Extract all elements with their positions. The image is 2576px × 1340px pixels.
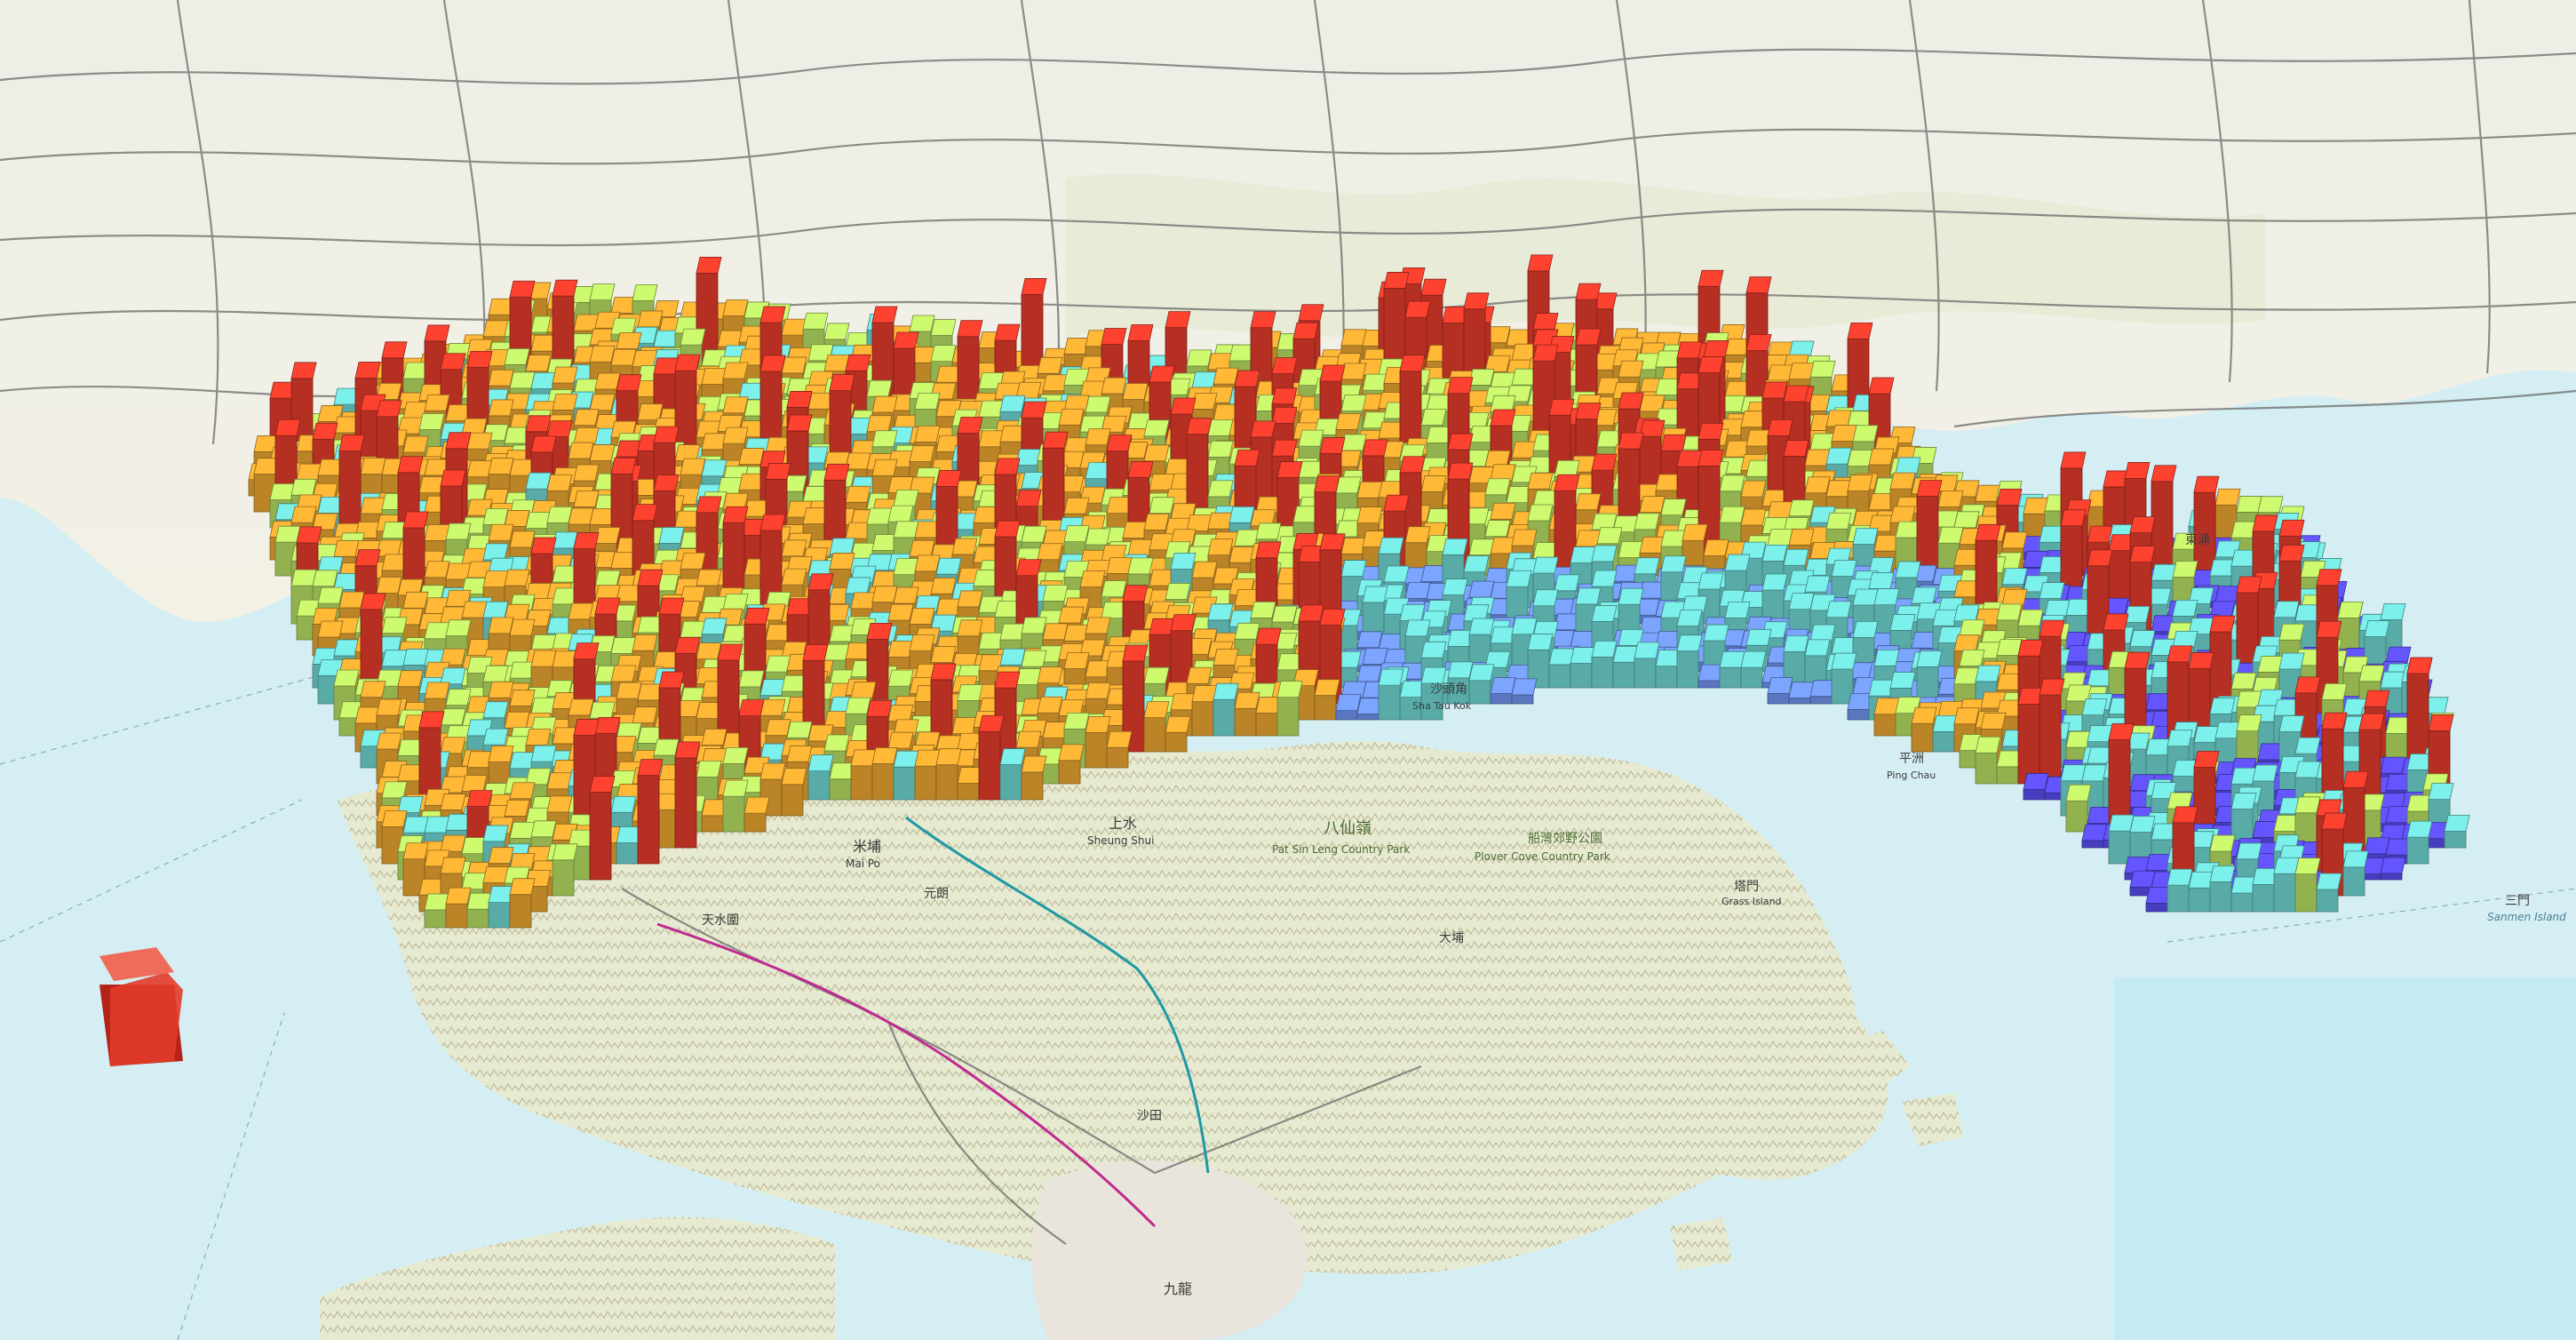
extruded-column[interactable] [2342,850,2369,897]
extruded-column[interactable] [743,796,770,833]
label-sha-tin: 沙田 [1137,1109,1162,1123]
label-dongchong: 東涌 [2185,533,2210,547]
extruded-column[interactable] [2039,678,2065,785]
label-mai-po: 米埔 [853,838,881,855]
extruded-column[interactable] [1511,678,1538,705]
extruded-column[interactable] [2406,820,2433,865]
map-view[interactable]: 米埔 Mai Po 上水 Sheung Shui 八仙嶺 Pat Sin Len… [0,0,2576,1340]
extruded-column[interactable] [2444,815,2470,849]
extruded-column[interactable] [674,741,701,849]
label-ping-chau: 平洲 [1899,752,1924,766]
label-grass-island: 塔門 [1734,880,1759,894]
label-sha-tau-kok-en: Sha Tau Kok [1412,700,1472,712]
extruded-column[interactable] [552,843,578,897]
deep-water-left [2114,977,2576,1340]
label-pat-sin-leng-en: Pat Sin Leng Country Park [1272,843,1410,856]
label-sheung-shui: 上水 [1109,815,1137,832]
basemap-3d-view[interactable]: 米埔 Mai Po 上水 Sheung Shui 八仙嶺 Pat Sin Len… [0,0,2576,1340]
extruded-column[interactable] [589,776,616,881]
extruded-column[interactable] [509,878,536,929]
label-ping-chau-en: Ping Chau [1887,770,1936,781]
extruded-column[interactable] [637,759,664,865]
extruded-column[interactable] [781,768,807,817]
label-yuen-long: 元朗 [924,887,949,901]
label-sha-tau-kok: 沙頭角 [1430,682,1467,697]
label-plover-cove: 船灣郊野公園 [1528,831,1602,846]
label-sanmen-island-en: Sanmen Island [2487,911,2566,923]
label-sheung-shui-en: Sheung Shui [1087,834,1154,847]
label-grass-island-en: Grass Island [1721,896,1781,907]
extruded-column[interactable] [2193,751,2220,833]
label-tai-po: 大埔 [1439,931,1464,945]
extruded-column[interactable] [1276,681,1303,737]
extruded-column[interactable] [2380,857,2406,881]
extruded-column[interactable] [2060,509,2087,593]
extruded-column[interactable] [2316,873,2342,913]
extruded-column[interactable] [1058,744,1085,785]
label-plover-cove-en: Plover Cove Country Park [1475,850,1610,863]
label-kowloon: 九龍 [1164,1280,1192,1297]
extruded-column[interactable] [1021,755,1047,801]
label-pat-sin-leng: 八仙嶺 [1324,819,1371,838]
extruded-column[interactable] [1165,715,1191,753]
label-tin-shui-wai: 天水圍 [702,913,739,928]
label-sanmen-island: 三門 [2505,894,2530,908]
extruded-column[interactable] [1106,730,1133,769]
label-mai-po-en: Mai Po [846,857,880,870]
